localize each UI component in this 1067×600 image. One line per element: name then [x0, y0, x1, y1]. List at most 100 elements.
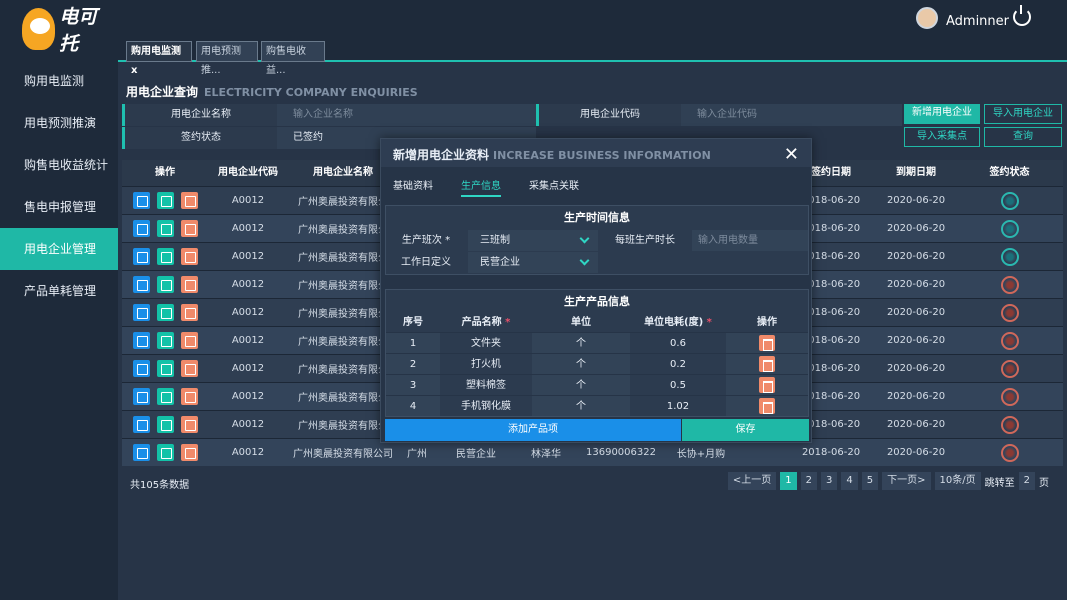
hours-input[interactable]: 输入用电数量 — [692, 230, 808, 251]
tab-basic-info[interactable]: 基础资料 — [393, 177, 433, 197]
add-product-button[interactable]: 添加产品项 — [385, 419, 681, 441]
page-3[interactable]: 3 — [821, 472, 838, 490]
view-icon[interactable] — [156, 388, 174, 405]
status-select[interactable]: 已签约 — [283, 127, 383, 149]
view-icon[interactable] — [156, 248, 174, 265]
cell-code: A0012 — [231, 195, 265, 206]
edit-icon[interactable] — [132, 416, 150, 433]
pcell-unit[interactable]: 个 — [532, 375, 630, 395]
ph-value-text: 单位电耗(度) — [644, 317, 704, 328]
pcell-unit[interactable]: 个 — [532, 396, 630, 416]
page-5[interactable]: 5 — [861, 472, 879, 490]
pcell-unit[interactable]: 个 — [532, 333, 630, 353]
query-title-text: 用电企业查询 — [126, 85, 199, 99]
trash-icon[interactable] — [759, 356, 775, 372]
cell-status — [956, 191, 1063, 210]
sidebar-item-5[interactable]: 产品单耗管理 — [0, 270, 118, 312]
edit-icon[interactable] — [132, 444, 150, 461]
add-company-button[interactable]: 新增用电企业 — [904, 104, 980, 124]
code-input[interactable]: 输入企业代码 — [687, 104, 887, 126]
seal-icon — [1000, 359, 1019, 378]
pcell-value[interactable]: 1.02 — [630, 396, 726, 416]
pcell-name[interactable]: 手机钢化膜 — [440, 396, 532, 416]
edit-icon[interactable] — [132, 360, 150, 377]
import-company-button[interactable]: 导入用电企业 — [984, 104, 1062, 124]
tab-revenue[interactable]: 购售电收益... — [261, 41, 325, 76]
trash-icon[interactable] — [180, 360, 198, 377]
next-page-button[interactable]: 下一页> — [882, 472, 931, 490]
tab-forecast[interactable]: 用电预测推... — [196, 41, 258, 76]
sidebar-item-4[interactable]: 用电企业管理 — [0, 228, 118, 270]
trash-icon[interactable] — [759, 335, 775, 351]
trash-icon[interactable] — [759, 398, 775, 414]
pcell-value[interactable]: 0.5 — [630, 375, 726, 395]
cell-status — [956, 275, 1063, 294]
code-field-row: 用电企业代码 输入企业代码 — [536, 104, 902, 126]
view-icon[interactable] — [156, 220, 174, 237]
workday-select[interactable]: 民营企业 — [468, 252, 598, 273]
per-page-select[interactable]: 10条/页 — [934, 472, 981, 490]
cell-city: 广州 — [407, 449, 427, 460]
close-icon[interactable]: ✕ — [784, 144, 799, 165]
jump-input[interactable]: 2 — [1018, 472, 1035, 490]
tab-production-info[interactable]: 生产信息 — [461, 177, 501, 197]
edit-icon[interactable] — [132, 220, 150, 237]
view-icon[interactable] — [156, 192, 174, 209]
trash-icon[interactable] — [180, 248, 198, 265]
pcell-value[interactable]: 0.6 — [630, 333, 726, 353]
view-icon[interactable] — [156, 304, 174, 321]
edit-icon[interactable] — [132, 276, 150, 293]
trash-icon[interactable] — [180, 220, 198, 237]
name-label: 用电企业名称 — [125, 104, 277, 126]
pcell-no: 1 — [409, 338, 417, 349]
trash-icon[interactable] — [180, 388, 198, 405]
trash-icon[interactable] — [180, 444, 198, 461]
page-1[interactable]: 1 — [780, 472, 797, 490]
view-icon[interactable] — [156, 444, 174, 461]
pcell-name[interactable]: 塑料棉签 — [440, 375, 532, 395]
view-icon[interactable] — [156, 360, 174, 377]
cell-ops — [122, 444, 208, 461]
avatar[interactable] — [915, 6, 938, 29]
save-button[interactable]: 保存 — [682, 419, 809, 441]
view-icon[interactable] — [156, 276, 174, 293]
sidebar-item-2[interactable]: 购售电收益统计 — [0, 144, 118, 186]
edit-icon[interactable] — [132, 304, 150, 321]
th-expire: 到期日期 — [896, 167, 936, 178]
pcell-name[interactable]: 文件夹 — [440, 333, 532, 353]
pcell-unit[interactable]: 个 — [532, 354, 630, 374]
cell-status — [956, 359, 1063, 378]
tab-collect-point[interactable]: 采集点关联 — [529, 177, 579, 197]
pcell-value[interactable]: 0.2 — [630, 354, 726, 374]
page-2[interactable]: 2 — [800, 472, 818, 490]
trash-icon[interactable] — [180, 416, 198, 433]
trash-icon[interactable] — [759, 377, 775, 393]
total-count: 共105条数据 — [130, 480, 190, 491]
trash-icon[interactable] — [180, 304, 198, 321]
search-button[interactable]: 查询 — [984, 127, 1062, 147]
trash-icon[interactable] — [180, 192, 198, 209]
shift-select[interactable]: 三班制 — [468, 230, 598, 251]
pcell-no: 4 — [409, 401, 417, 412]
view-icon[interactable] — [156, 332, 174, 349]
edit-icon[interactable] — [132, 388, 150, 405]
trash-icon[interactable] — [180, 332, 198, 349]
cell-expire-date: 2020-06-20 — [886, 335, 946, 346]
power-icon[interactable] — [1013, 5, 1031, 26]
sidebar-item-0[interactable]: 购用电监测 — [0, 60, 118, 102]
pcell-name[interactable]: 打火机 — [440, 354, 532, 374]
edit-icon[interactable] — [132, 248, 150, 265]
edit-icon[interactable] — [132, 332, 150, 349]
prev-page-button[interactable]: <上一页 — [727, 472, 777, 490]
sidebar-item-3[interactable]: 售电申报管理 — [0, 186, 118, 228]
view-icon[interactable] — [156, 416, 174, 433]
cell-ops — [122, 416, 208, 433]
page-4[interactable]: 4 — [841, 472, 858, 490]
edit-icon[interactable] — [132, 192, 150, 209]
sidebar-item-1[interactable]: 用电预测推演 — [0, 102, 118, 144]
tab-purchase-monitor[interactable]: 购用电监测 x — [126, 41, 192, 76]
name-input[interactable]: 输入企业名称 — [283, 104, 533, 126]
import-collect-button[interactable]: 导入采集点 — [904, 127, 980, 147]
user-info[interactable]: Adminner — [915, 6, 1009, 29]
trash-icon[interactable] — [180, 276, 198, 293]
